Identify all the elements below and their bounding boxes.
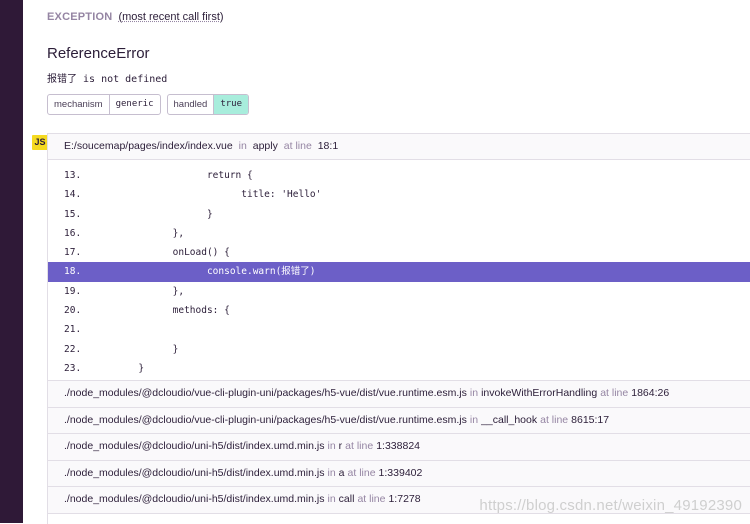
mechanism-tags: mechanism generic handled true	[47, 94, 250, 115]
code-line: 13. return {	[48, 166, 750, 185]
line-number: 21.	[64, 324, 82, 336]
stack-frame-expanded[interactable]: E:/soucemap/pages/index/index.vue in app…	[48, 134, 750, 160]
frame-at-label: at line	[357, 493, 386, 506]
frame-function: call	[338, 493, 355, 506]
javascript-platform-icon: JS	[32, 135, 48, 150]
frame-line: 8615:17	[571, 413, 610, 426]
frame-function: __call_hook	[481, 413, 538, 426]
frame-at-label: at line	[283, 140, 312, 152]
line-code: },	[104, 285, 185, 297]
line-number: 14.	[64, 189, 82, 201]
line-number: 17.	[64, 247, 82, 259]
frame-filename: ./node_modules/@dcloudio/vue-cli-plugin-…	[64, 387, 467, 399]
frame-at-label: at line	[540, 413, 569, 426]
frame-line: 1:339402	[378, 466, 423, 479]
frame-line: 18:1	[317, 140, 339, 152]
frame-function: invokeWithErrorHandling	[481, 387, 598, 399]
tag-key: mechanism	[54, 99, 103, 110]
code-line: 14. title: 'Hello'	[48, 185, 750, 204]
frame-in-label: in	[238, 140, 247, 152]
line-code: console.warn(报错了)	[104, 266, 316, 278]
stack-frame[interactable]: ./node_modules/@dcloudio/vue-cli-plugin-…	[48, 381, 750, 408]
line-code: return {	[104, 170, 253, 181]
frame-filename: ./node_modules/@dcloudio/uni-h5/dist/ind…	[64, 493, 325, 506]
line-number: 16.	[64, 227, 82, 239]
tag-mechanism[interactable]: mechanism generic	[47, 94, 161, 115]
line-code: }	[104, 343, 179, 355]
tag-value: true	[213, 95, 249, 114]
frame-filename: E:/soucemap/pages/index/index.vue	[64, 140, 233, 152]
code-line: 20. methods: {	[48, 301, 750, 320]
line-number: 13.	[64, 170, 82, 181]
tag-key: handled	[173, 99, 208, 110]
frame-filename: ./node_modules/@dcloudio/uni-h5/dist/ind…	[64, 440, 325, 453]
line-code: methods: {	[104, 305, 230, 317]
code-line: 22. }	[48, 340, 750, 359]
frame-line: 1864:26	[631, 387, 670, 399]
code-line: 19. },	[48, 282, 750, 301]
code-line: 17. onLoad() {	[48, 243, 750, 262]
frame-in-label: in	[327, 466, 336, 479]
code-line-active: 18. console.warn(报错了)	[48, 262, 750, 282]
code-line: 23. }	[48, 359, 750, 378]
frame-function: r	[338, 440, 343, 453]
frame-at-label: at line	[345, 440, 374, 453]
frame-filename: ./node_modules/@dcloudio/vue-cli-plugin-…	[64, 413, 467, 426]
code-line: 15. }	[48, 205, 750, 224]
line-number: 19.	[64, 285, 82, 297]
exception-panel: EXCEPTION (most recent call first) Refer…	[23, 0, 750, 524]
line-number: 23.	[64, 362, 82, 374]
frame-function: apply	[252, 140, 278, 152]
stack-frame[interactable]: ./node_modules/@dcloudio/vue-cli-plugin-…	[48, 407, 750, 435]
frame-in-label: in	[469, 413, 479, 426]
stack-frame[interactable]: ./node_modules/@dcloudio/uni-h5/dist/ind…	[48, 434, 750, 461]
frame-in-label: in	[327, 440, 336, 453]
frame-in-label: in	[469, 387, 479, 399]
frame-function: a	[338, 466, 345, 479]
line-code: },	[104, 227, 185, 239]
sidebar-strip	[0, 0, 23, 523]
line-number: 18.	[64, 266, 82, 278]
frame-line: 1:338824	[376, 440, 420, 453]
line-code: title: 'Hello'	[104, 189, 322, 201]
stack-frame[interactable]: ./node_modules/@dcloudio/uni-h5/dist/ind…	[48, 460, 750, 488]
frame-line: 1:7278	[388, 493, 421, 506]
error-message: 报错了 is not defined	[47, 74, 168, 85]
frame-at-label: at line	[347, 466, 376, 479]
line-code: }	[104, 208, 213, 220]
call-order-toggle[interactable]: (most recent call first)	[118, 11, 223, 23]
exception-label: EXCEPTION	[47, 11, 113, 23]
tag-value: generic	[108, 95, 160, 114]
frame-at-label: at line	[600, 387, 629, 399]
line-number: 22.	[64, 343, 82, 355]
frame-filename: ./node_modules/@dcloudio/uni-h5/dist/ind…	[64, 466, 325, 479]
error-type: ReferenceError	[47, 45, 150, 62]
code-context: 13. return { 14. title: 'Hello' 15. } 16…	[48, 160, 750, 381]
watermark: https://blog.csdn.net/weixin_49192390	[479, 497, 742, 514]
line-code: }	[104, 362, 145, 374]
exception-header: EXCEPTION (most recent call first)	[47, 11, 224, 23]
line-code: onLoad() {	[104, 247, 230, 259]
code-line: 21.	[48, 320, 750, 339]
line-number: 20.	[64, 305, 82, 317]
tag-handled[interactable]: handled true	[166, 94, 250, 115]
code-line: 16. },	[48, 224, 750, 243]
line-number: 15.	[64, 208, 82, 220]
stack-trace: E:/soucemap/pages/index/index.vue in app…	[47, 133, 750, 524]
frame-in-label: in	[327, 493, 336, 506]
